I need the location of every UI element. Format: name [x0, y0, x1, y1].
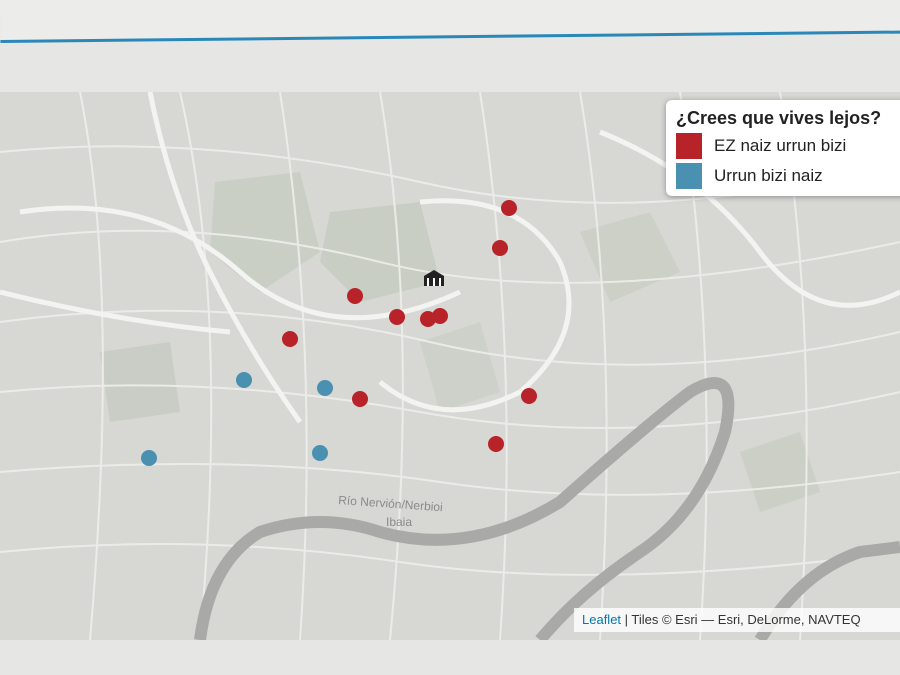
- survey-marker-9[interactable]: [521, 388, 537, 404]
- legend-item-ez: EZ naiz urrun bizi: [676, 133, 900, 159]
- legend-label: EZ naiz urrun bizi: [714, 136, 847, 155]
- legend-swatch-red: [676, 133, 702, 159]
- river-label-line2: Ibaia: [386, 515, 412, 529]
- survey-marker-10[interactable]: [488, 436, 504, 452]
- page-header: [0, 0, 900, 43]
- survey-marker-2[interactable]: [492, 240, 508, 256]
- survey-marker-7[interactable]: [282, 331, 298, 347]
- legend-label: Urrun bizi naiz: [714, 166, 823, 185]
- river-label: Río Nervión/Nerbioi: [338, 493, 443, 514]
- survey-marker-14[interactable]: [141, 450, 157, 466]
- survey-marker-11[interactable]: [236, 372, 252, 388]
- survey-marker-1[interactable]: [501, 200, 517, 216]
- legend-swatch-blue: [676, 163, 702, 189]
- survey-marker-3[interactable]: [347, 288, 363, 304]
- tiles-credit: | Tiles © Esri — Esri, DeLorme, NAVTEQ: [621, 612, 861, 627]
- leaflet-link[interactable]: Leaflet: [582, 612, 621, 627]
- survey-marker-6[interactable]: [432, 308, 448, 324]
- map-attribution: Leaflet | Tiles © Esri — Esri, DeLorme, …: [574, 608, 900, 632]
- map-legend: ¿Crees que vives lejos? EZ naiz urrun bi…: [666, 100, 900, 196]
- survey-marker-4[interactable]: [389, 309, 405, 325]
- survey-marker-13[interactable]: [312, 445, 328, 461]
- legend-title: ¿Crees que vives lejos?: [676, 108, 882, 128]
- survey-marker-8[interactable]: [352, 391, 368, 407]
- survey-marker-12[interactable]: [317, 380, 333, 396]
- legend-item-urrun: Urrun bizi naiz: [676, 163, 900, 189]
